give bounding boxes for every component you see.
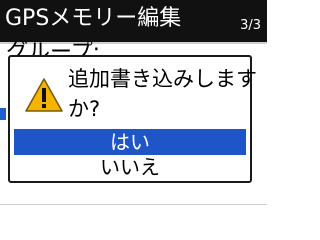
gps-memory-edit-screen: GPSメモリー編集 3/3 グループ: 追加書き込みします か? はい いいえ	[0, 0, 267, 234]
dialog-message-line2: か?	[68, 97, 101, 121]
no-option[interactable]: いいえ	[14, 155, 246, 179]
list-divider	[0, 204, 267, 205]
yes-option[interactable]: はい	[14, 129, 246, 155]
confirm-dialog: 追加書き込みします か? はい いいえ	[8, 55, 257, 183]
title-bar: GPSメモリー編集 3/3	[0, 0, 267, 44]
dialog-message-line1: 追加書き込みします	[68, 67, 257, 91]
page-title: GPSメモリー編集	[5, 6, 182, 31]
list-cursor-marker	[0, 108, 6, 120]
page-indicator: 3/3	[240, 18, 261, 33]
warning-icon	[25, 78, 63, 112]
group-field-label: グループ:	[6, 41, 101, 55]
